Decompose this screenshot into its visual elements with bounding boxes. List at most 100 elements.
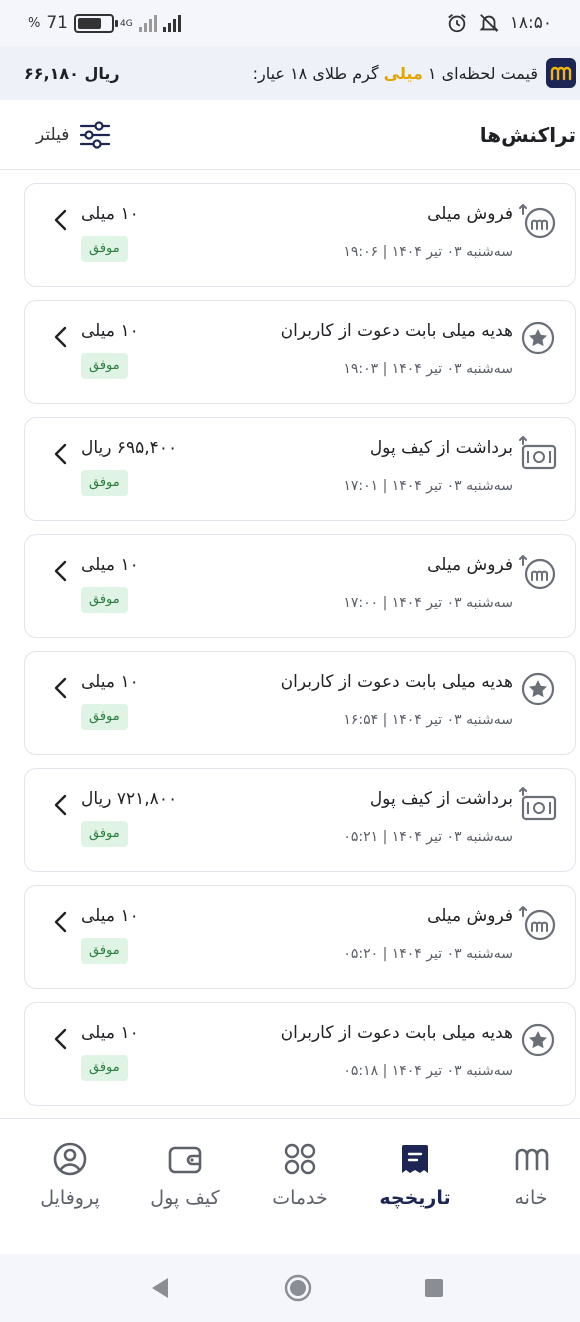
chevron-left-icon bbox=[54, 560, 67, 582]
transaction-card[interactable]: هدیه میلی بابت دعوت از کاربران سه‌شنبه ۰… bbox=[24, 651, 576, 755]
transaction-date: سه‌شنبه ۰۳ تیر ۱۴۰۴ | ۱۷:۰۱ bbox=[343, 478, 513, 494]
profile-icon bbox=[53, 1142, 87, 1176]
transaction-amount: ۱۰ میلی bbox=[81, 906, 139, 926]
star-gift-icon bbox=[519, 670, 557, 708]
alarm-icon bbox=[447, 14, 466, 33]
transaction-amount: ۷۲۱,۸۰۰ ریال bbox=[81, 789, 178, 809]
signal-icon-secondary bbox=[138, 14, 157, 32]
status-badge: موفق bbox=[81, 470, 128, 496]
status-badge: موفق bbox=[81, 236, 128, 262]
battery-fill bbox=[78, 17, 101, 29]
transaction-title: برداشت از کیف پول bbox=[369, 789, 513, 809]
nav-item-services[interactable]: خدمات bbox=[245, 1119, 355, 1255]
transaction-amount: ۱۰ میلی bbox=[81, 555, 139, 575]
nav-label-profile: پروفایل bbox=[40, 1187, 100, 1209]
page-header: فیلتر تراکنش‌ها bbox=[0, 100, 580, 170]
transaction-card[interactable]: هدیه میلی بابت دعوت از کاربران سه‌شنبه ۰… bbox=[24, 1002, 576, 1106]
transaction-card[interactable]: فروش میلی سه‌شنبه ۰۳ تیر ۱۴۰۴ | ۱۷:۰۰ ۱۰… bbox=[24, 534, 576, 638]
transaction-date: سه‌شنبه ۰۳ تیر ۱۴۰۴ | ۰۵:۲۰ bbox=[343, 946, 513, 962]
milli-sell-icon bbox=[519, 553, 557, 591]
gold-price-label-prefix: قیمت لحظه‌ای ۱ bbox=[427, 63, 538, 83]
history-icon bbox=[402, 1145, 428, 1173]
system-navigation-bar bbox=[0, 1254, 580, 1322]
wallet-icon bbox=[168, 1146, 202, 1174]
transaction-title: هدیه میلی بابت دعوت از کاربران bbox=[280, 321, 513, 341]
nav-label-wallet: کیف پول bbox=[150, 1187, 220, 1209]
transaction-title: برداشت از کیف پول bbox=[369, 438, 513, 458]
nav-item-home[interactable]: خانه bbox=[476, 1119, 580, 1255]
status-badge: موفق bbox=[81, 704, 128, 730]
gold-price-label: قیمت لحظه‌ای ۱ میلی گرم طلای ۱۸ عیار: bbox=[253, 64, 538, 83]
cash-withdraw-icon bbox=[519, 436, 557, 474]
chevron-left-icon bbox=[54, 1028, 67, 1050]
milli-sell-icon bbox=[519, 904, 557, 942]
transaction-title: هدیه میلی بابت دعوت از کاربران bbox=[280, 1023, 513, 1043]
chevron-left-icon bbox=[54, 794, 67, 816]
transaction-date: سه‌شنبه ۰۳ تیر ۱۴۰۴ | ۱۹:۰۶ bbox=[343, 244, 513, 260]
transaction-title: هدیه میلی بابت دعوت از کاربران bbox=[280, 672, 513, 692]
chevron-left-icon bbox=[54, 443, 67, 465]
filter-sliders-icon bbox=[80, 120, 111, 149]
transaction-card[interactable]: فروش میلی سه‌شنبه ۰۳ تیر ۱۴۰۴ | ۰۵:۲۰ ۱۰… bbox=[24, 885, 576, 989]
transaction-title: فروش میلی bbox=[427, 555, 513, 575]
milli-sell-icon bbox=[519, 202, 557, 240]
nav-label-home: خانه bbox=[514, 1187, 548, 1209]
brand-logo-icon bbox=[546, 58, 576, 88]
gold-price-label-suffix: گرم طلای ۱۸ عیار: bbox=[252, 63, 379, 83]
transaction-list: فروش میلی سه‌شنبه ۰۳ تیر ۱۴۰۴ | ۱۹:۰۶ ۱۰… bbox=[24, 183, 576, 1119]
status-badge: موفق bbox=[81, 353, 128, 379]
cash-withdraw-icon bbox=[519, 787, 557, 825]
page-title: تراکنش‌ها bbox=[479, 122, 576, 147]
recents-square-icon[interactable] bbox=[418, 1272, 450, 1304]
network-type: 4G bbox=[120, 19, 133, 29]
status-bar: % 71 4G ۱۸:۵۰ bbox=[0, 0, 580, 46]
filter-button[interactable]: فیلتر bbox=[36, 120, 111, 149]
chevron-left-icon bbox=[54, 677, 67, 699]
home-logo-icon bbox=[515, 1148, 549, 1171]
nav-item-history[interactable]: تاریخچه bbox=[360, 1119, 470, 1255]
transaction-amount: ۱۰ میلی bbox=[81, 204, 139, 224]
status-right: ۱۸:۵۰ bbox=[446, 12, 552, 34]
transaction-card[interactable]: برداشت از کیف پول سه‌شنبه ۰۳ تیر ۱۴۰۴ | … bbox=[24, 768, 576, 872]
transaction-amount: ۶۹۵,۴۰۰ ریال bbox=[81, 438, 178, 458]
battery-percent: 71 bbox=[46, 13, 68, 33]
transaction-card[interactable]: فروش میلی سه‌شنبه ۰۳ تیر ۱۴۰۴ | ۱۹:۰۶ ۱۰… bbox=[24, 183, 576, 287]
muted-bell-icon bbox=[479, 14, 499, 32]
transaction-card[interactable]: برداشت از کیف پول سه‌شنبه ۰۳ تیر ۱۴۰۴ | … bbox=[24, 417, 576, 521]
transaction-amount: ۱۰ میلی bbox=[81, 672, 139, 692]
transaction-date: سه‌شنبه ۰۳ تیر ۱۴۰۴ | ۱۹:۰۳ bbox=[343, 361, 513, 377]
transaction-date: سه‌شنبه ۰۳ تیر ۱۴۰۴ | ۰۵:۱۸ bbox=[343, 1063, 513, 1079]
status-left: % 71 4G bbox=[28, 13, 181, 33]
transaction-card[interactable]: هدیه میلی بابت دعوت از کاربران سه‌شنبه ۰… bbox=[24, 300, 576, 404]
chevron-left-icon bbox=[54, 209, 67, 231]
battery-percent-sign: % bbox=[28, 15, 41, 31]
nav-label-services: خدمات bbox=[272, 1187, 328, 1209]
chevron-left-icon bbox=[54, 326, 67, 348]
clock: ۱۸:۵۰ bbox=[509, 13, 552, 33]
bottom-navigation: خانه تاریخچه خدمات کیف پول پروفایل bbox=[0, 1118, 580, 1254]
star-gift-icon bbox=[519, 1021, 557, 1059]
transaction-date: سه‌شنبه ۰۳ تیر ۱۴۰۴ | ۱۷:۰۰ bbox=[343, 595, 513, 611]
transaction-date: سه‌شنبه ۰۳ تیر ۱۴۰۴ | ۰۵:۲۱ bbox=[343, 829, 513, 845]
home-circle-icon[interactable] bbox=[282, 1272, 314, 1304]
status-badge: موفق bbox=[81, 938, 128, 964]
star-gift-icon bbox=[519, 319, 557, 357]
nav-item-wallet[interactable]: کیف پول bbox=[130, 1119, 240, 1255]
transaction-amount: ۱۰ میلی bbox=[81, 321, 139, 341]
transaction-amount: ۱۰ میلی bbox=[81, 1023, 139, 1043]
gold-price-banner: ۶۶,۱۸۰ ریال قیمت لحظه‌ای ۱ میلی گرم طلای… bbox=[0, 46, 580, 100]
transaction-title: فروش میلی bbox=[427, 204, 513, 224]
nav-label-history: تاریخچه bbox=[379, 1187, 451, 1209]
gold-price-label-group: قیمت لحظه‌ای ۱ میلی گرم طلای ۱۸ عیار: bbox=[253, 58, 576, 88]
status-badge: موفق bbox=[81, 821, 128, 847]
status-badge: موفق bbox=[81, 1055, 128, 1081]
nav-item-profile[interactable]: پروفایل bbox=[15, 1119, 125, 1255]
back-triangle-icon[interactable] bbox=[144, 1272, 176, 1304]
chevron-left-icon bbox=[54, 911, 67, 933]
gold-price-value: ۶۶,۱۸۰ ریال bbox=[24, 63, 120, 83]
battery-icon bbox=[74, 13, 118, 33]
services-grid-icon bbox=[284, 1143, 316, 1175]
signal-icon bbox=[162, 14, 181, 32]
status-badge: موفق bbox=[81, 587, 128, 613]
transaction-date: سه‌شنبه ۰۳ تیر ۱۴۰۴ | ۱۶:۵۴ bbox=[343, 712, 513, 728]
